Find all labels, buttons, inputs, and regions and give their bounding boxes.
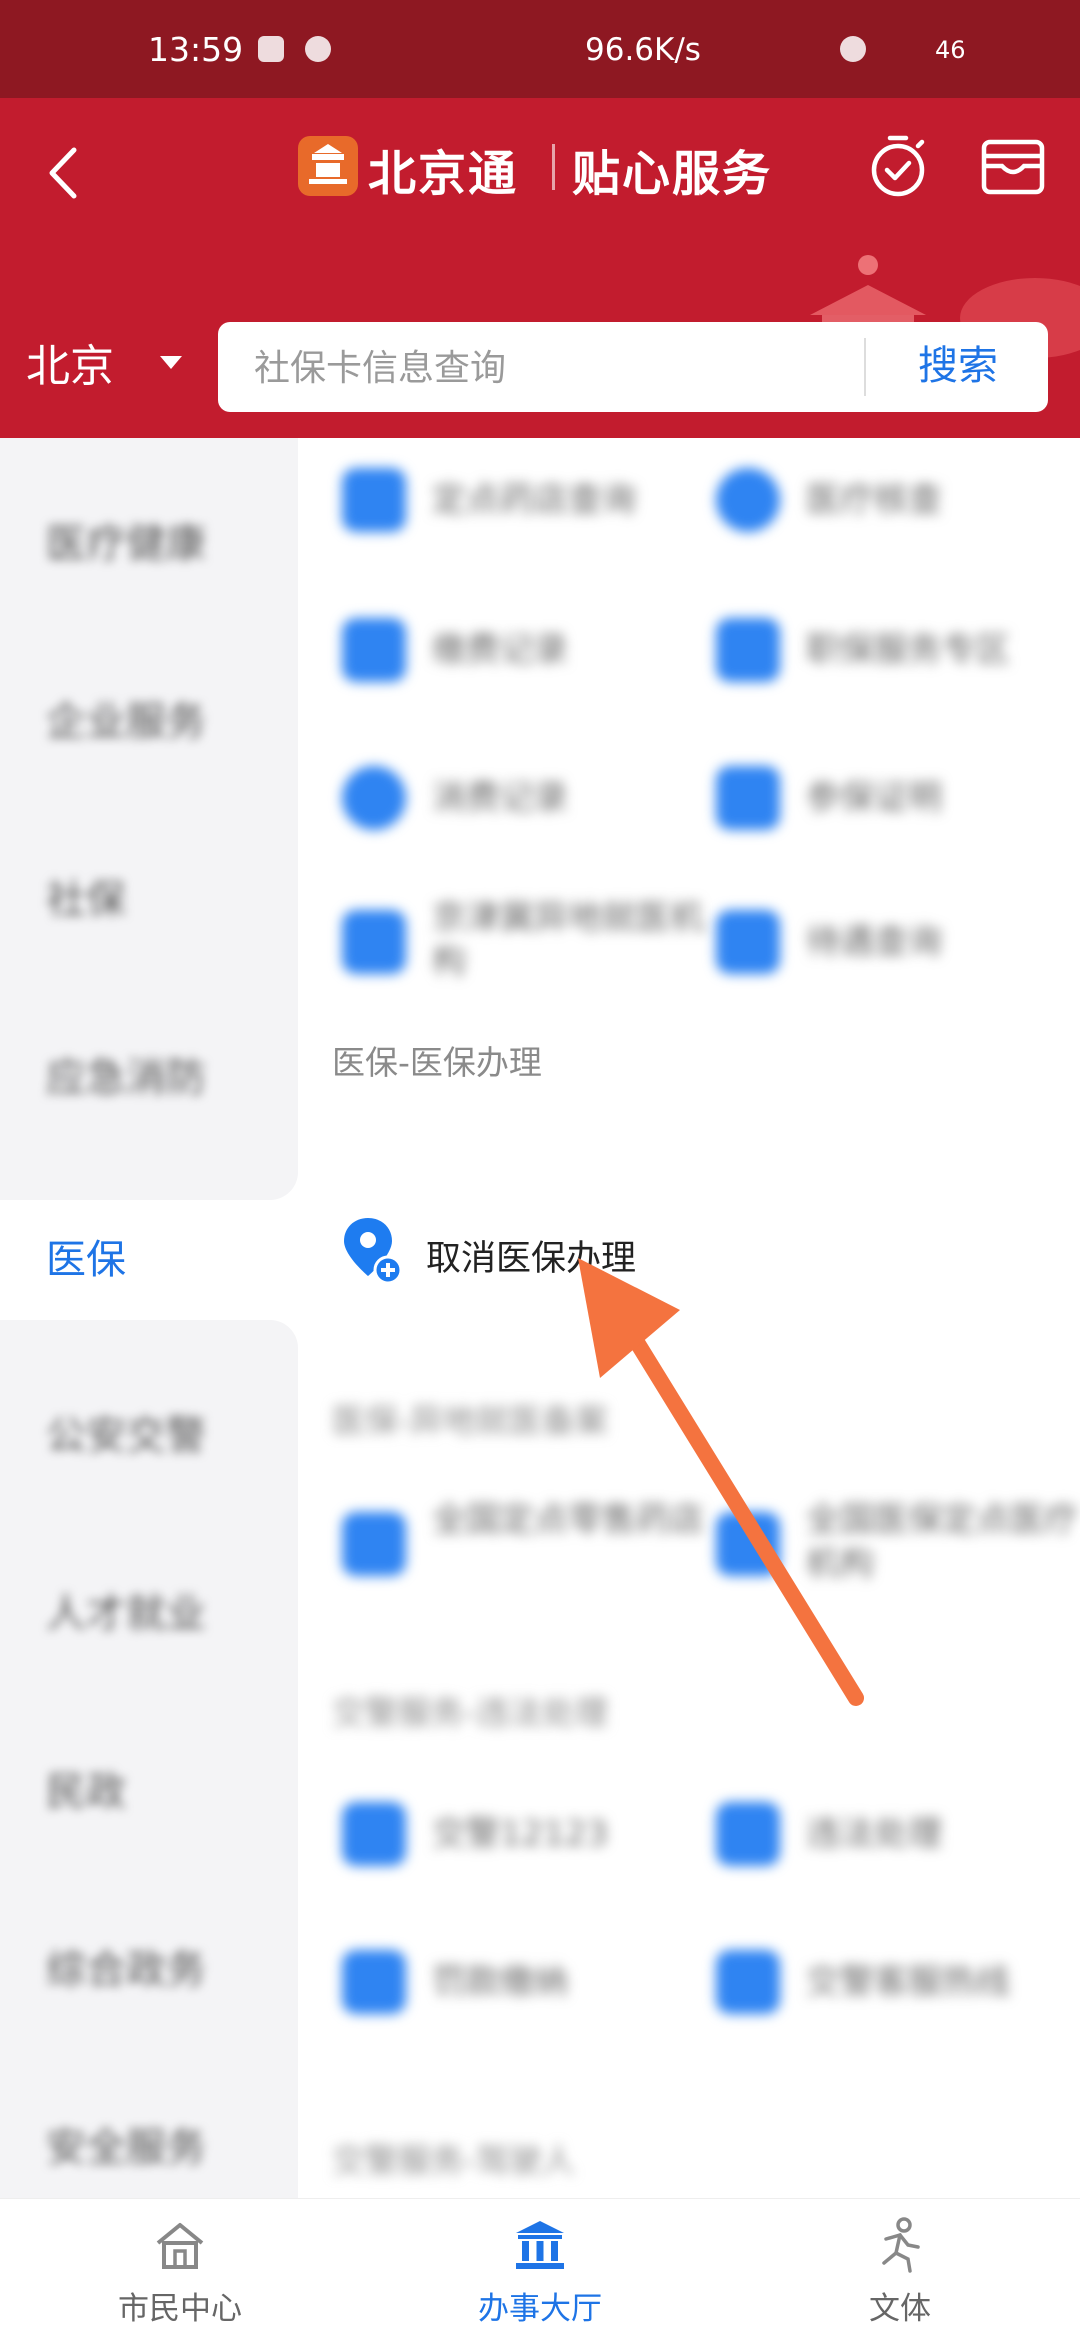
service-item[interactable]: 京津冀异地就医机构 xyxy=(342,886,722,996)
bottom-tab-bar: 市民中心 办事大厅 文体 xyxy=(0,2198,1080,2341)
app-notification-icon xyxy=(305,36,331,62)
wallet-button[interactable] xyxy=(980,138,1046,196)
sidebar-item-enterprise[interactable]: 企业服务 xyxy=(0,662,298,782)
sidebar-item-medical-health[interactable]: 医疗健康 xyxy=(0,484,298,604)
network-speed: 96.6K/s xyxy=(585,32,701,68)
tab-citizen-center[interactable]: 市民中心 xyxy=(60,2199,300,2341)
sidebar-item-emergency[interactable]: 应急消防 xyxy=(0,1018,298,1138)
sidebar-item-general[interactable]: 综合政务 xyxy=(0,1910,298,2030)
tab-label: 文体 xyxy=(869,2291,931,2327)
government-building-icon xyxy=(516,2221,564,2269)
app-header: 北京通 贴心服务 北京 搜索 xyxy=(0,98,1080,438)
service-item[interactable]: 交警12123 xyxy=(342,1778,722,1888)
sidebar-corner xyxy=(0,1320,298,1360)
city-selector[interactable]: 北京 xyxy=(26,330,114,394)
sidebar-item-security[interactable]: 安全服务 xyxy=(0,2088,298,2198)
sidebar-corner xyxy=(0,1160,298,1200)
sidebar-item-police[interactable]: 公安交警 xyxy=(0,1376,298,1496)
battery-icon xyxy=(840,36,866,62)
app-logo-icon xyxy=(298,136,358,196)
sidebar-item-social-security[interactable]: 社保 xyxy=(0,840,298,960)
brand-divider xyxy=(552,144,555,190)
section-title: 交警服务-驾驶人 xyxy=(332,2141,575,2180)
tab-label: 办事大厅 xyxy=(478,2291,602,2327)
status-bar: 13:59 96.6K/s 46 xyxy=(0,0,1080,98)
sidebar-item-civil-affairs[interactable]: 民政 xyxy=(0,1732,298,1852)
tab-service-hall[interactable]: 办事大厅 xyxy=(420,2199,660,2341)
service-item[interactable]: 缴费记录 xyxy=(342,594,722,704)
service-item[interactable]: 参保证明 xyxy=(716,742,1080,852)
location-add-icon xyxy=(344,1218,403,1285)
annotation-arrow-icon xyxy=(578,1258,864,1706)
runner-icon xyxy=(882,2217,920,2273)
stopwatch-icon xyxy=(871,135,925,197)
caret-down-icon[interactable] xyxy=(160,356,182,369)
brand-subtitle: 贴心服务 xyxy=(572,146,773,202)
search-divider xyxy=(864,338,866,396)
category-sidebar: 医疗健康 企业服务 社保 应急消防 医保 公安交警 人才就业 民政 综合政务 安… xyxy=(0,438,298,2198)
wallet-icon xyxy=(981,139,1045,195)
service-item[interactable]: 定点药店查询 xyxy=(342,444,722,554)
search-box: 搜索 xyxy=(218,322,1056,412)
tab-culture-sports[interactable]: 文体 xyxy=(780,2199,1020,2341)
brand-title: 北京通 xyxy=(368,146,519,202)
search-button[interactable]: 搜索 xyxy=(884,336,1032,396)
status-time: 13:59 xyxy=(148,30,244,69)
service-item[interactable]: 交警客服热线 xyxy=(716,1926,1080,2036)
service-item[interactable]: 待遇查询 xyxy=(716,886,1080,996)
signal-strength: 46 xyxy=(935,36,966,64)
notification-icon xyxy=(258,36,284,62)
back-button[interactable] xyxy=(38,138,98,208)
service-item[interactable]: 职保服务专区 xyxy=(716,594,1080,704)
service-item[interactable]: 医疗核查 xyxy=(716,444,1080,554)
section-title: 医保-医保办理 xyxy=(332,1043,542,1082)
timer-button[interactable] xyxy=(866,130,930,200)
sidebar-item-talent[interactable]: 人才就业 xyxy=(0,1554,298,1674)
home-icon xyxy=(156,2223,204,2269)
tab-label: 市民中心 xyxy=(118,2291,242,2327)
main-content: 医疗健康 企业服务 社保 应急消防 医保 公安交警 人才就业 民政 综合政务 安… xyxy=(0,438,1080,2198)
sidebar-item-medical-insurance[interactable]: 医保 xyxy=(0,1200,298,1320)
service-item[interactable]: 罚款缴纳 xyxy=(342,1926,722,2036)
service-item[interactable]: 违法处理 xyxy=(716,1778,1080,1888)
back-arrow-icon xyxy=(49,147,77,199)
service-item[interactable]: 消费记录 xyxy=(342,742,722,852)
